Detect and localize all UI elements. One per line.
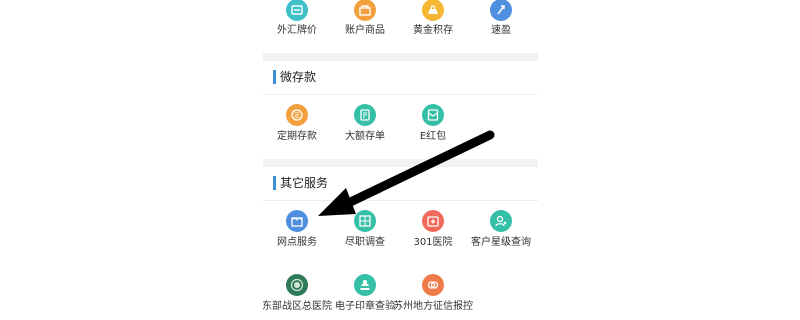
svg-text:定: 定 bbox=[294, 112, 300, 120]
section-accent-bar bbox=[273, 70, 276, 84]
fixed-deposit-icon: 定 bbox=[286, 104, 308, 126]
section-header-other-services: 其它服务 bbox=[263, 167, 538, 201]
service-tile-customer-rating[interactable]: 客户星级查询 bbox=[467, 206, 535, 256]
other-services-row-2: 东部战区总医院 电子印章查验 苏州地方征信报控 bbox=[263, 270, 538, 320]
section-header-micro-deposit: 微存款 bbox=[263, 61, 538, 95]
e-seal-check-icon bbox=[354, 274, 376, 296]
hospital-icon bbox=[422, 210, 444, 232]
service-tile-e-seal[interactable]: 电子印章查验 bbox=[331, 270, 399, 320]
red-packet-icon bbox=[422, 104, 444, 126]
forex-rate-icon bbox=[286, 0, 308, 21]
phone-screen: 外汇牌价 账户商品 黄金积存 速盈 微存款 定 定期存款 大额存单 E红包 其它… bbox=[263, 0, 538, 320]
eastern-hospital-icon bbox=[286, 274, 308, 296]
top-service-row: 外汇牌价 账户商品 黄金积存 速盈 bbox=[263, 0, 538, 44]
customer-rating-icon bbox=[490, 210, 512, 232]
service-tile-301-hospital[interactable]: 301医院 bbox=[399, 206, 467, 256]
section-accent-bar bbox=[273, 176, 276, 190]
service-tile-account-goods[interactable]: 账户商品 bbox=[331, 0, 399, 44]
service-tile-eastern-hospital[interactable]: 东部战区总医院 bbox=[263, 270, 332, 320]
section-title: 其它服务 bbox=[280, 176, 329, 190]
service-tile-branch[interactable]: 网点服务 bbox=[263, 206, 331, 256]
service-tile-forex[interactable]: 外汇牌价 bbox=[263, 0, 331, 44]
service-tile-fixed-deposit[interactable]: 定 定期存款 bbox=[263, 100, 331, 150]
section-divider bbox=[263, 159, 538, 167]
large-deposit-icon bbox=[354, 104, 376, 126]
service-tile-red-packet[interactable]: E红包 bbox=[399, 100, 467, 150]
quick-profit-icon bbox=[490, 0, 512, 21]
service-tile-due-diligence[interactable]: 尽职调查 bbox=[331, 206, 399, 256]
section-divider bbox=[263, 53, 538, 61]
micro-deposit-row: 定 定期存款 大额存单 E红包 bbox=[263, 100, 538, 150]
due-diligence-icon bbox=[354, 210, 376, 232]
other-services-row-1: 网点服务 尽职调查 301医院 客户星级查询 bbox=[263, 206, 538, 256]
section-title: 微存款 bbox=[280, 70, 317, 84]
service-tile-quick-profit[interactable]: 速盈 bbox=[467, 0, 535, 44]
suzhou-credit-icon bbox=[422, 274, 444, 296]
service-label: E红包 bbox=[419, 131, 447, 142]
service-label: 苏州地方征信报控 bbox=[393, 301, 473, 312]
account-goods-icon bbox=[354, 0, 376, 21]
service-tile-suzhou-credit[interactable]: 苏州地方征信报控 bbox=[393, 270, 473, 320]
gold-savings-icon bbox=[422, 0, 444, 21]
service-tile-gold[interactable]: 黄金积存 bbox=[399, 0, 467, 44]
branch-service-icon bbox=[286, 210, 308, 232]
service-label: 客户星级查询 bbox=[471, 237, 531, 248]
service-tile-large-deposit[interactable]: 大额存单 bbox=[331, 100, 399, 150]
service-label: 速盈 bbox=[491, 25, 511, 36]
